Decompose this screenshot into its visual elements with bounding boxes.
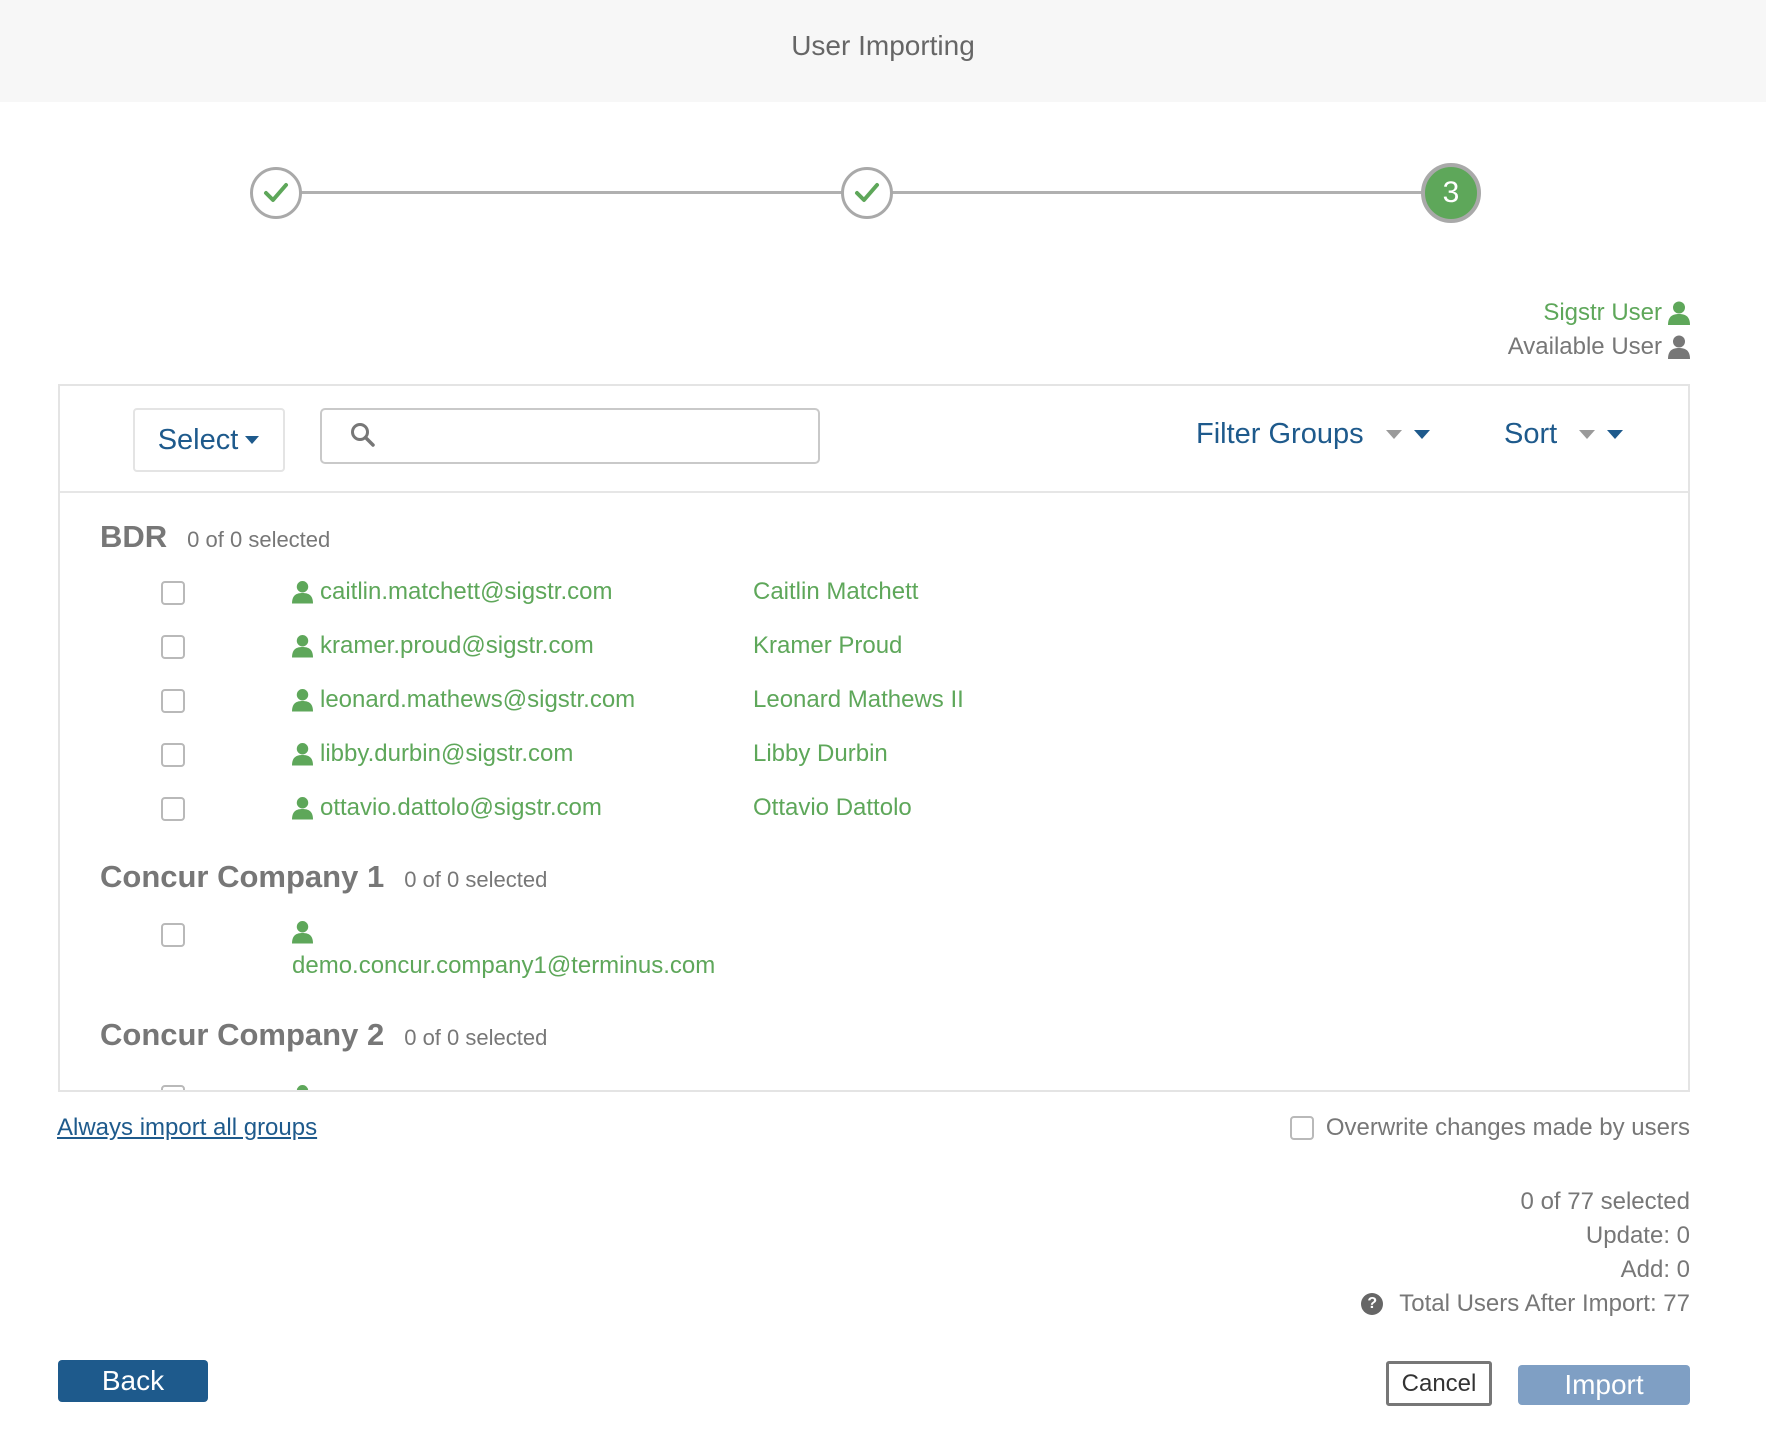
user-checkbox[interactable] (161, 797, 185, 821)
user-name: Caitlin Matchett (753, 578, 919, 605)
user-row[interactable]: kramer.proud@sigstr.com Kramer Proud (60, 632, 1688, 678)
step-2-complete (841, 167, 893, 219)
user-icon (292, 689, 313, 712)
user-name: Leonard Mathews II (753, 686, 964, 713)
check-icon (855, 183, 879, 202)
import-button[interactable]: Import (1518, 1365, 1690, 1405)
selected-summary: 0 of 77 selected (1520, 1188, 1690, 1215)
group-selected-count: 0 of 0 selected (187, 527, 331, 552)
user-row[interactable]: libby.durbin@sigstr.com Libby Durbin (60, 740, 1688, 786)
total-users-row: ? Total Users After Import: 77 (1361, 1287, 1690, 1321)
caret-down-icon (1385, 430, 1402, 439)
user-email: ottavio.dattolo@sigstr.com (320, 794, 602, 821)
user-name: Ottavio Dattolo (753, 794, 912, 821)
step-connector-1 (301, 191, 843, 194)
user-checkbox[interactable] (161, 1085, 185, 1090)
user-icon (1668, 301, 1690, 325)
legend-sigstr-label: Sigstr User (1543, 299, 1662, 326)
back-button[interactable]: Back (58, 1360, 208, 1402)
import-summary: 0 of 77 selected Update: 0 Add: 0 ? Tota… (1361, 1185, 1690, 1321)
legend-available-user: Available User (1508, 330, 1690, 364)
sort-label: Sort (1504, 418, 1558, 450)
group-name: BDR (100, 519, 168, 554)
overwrite-label: Overwrite changes made by users (1325, 1114, 1690, 1141)
search-input[interactable] (392, 418, 802, 456)
user-row[interactable]: demo.concur.company1@terminus.com (60, 918, 1688, 988)
user-checkbox[interactable] (161, 635, 185, 659)
user-row[interactable]: caitlin.matchett@sigstr.com Caitlin Matc… (60, 578, 1688, 624)
caret-down-icon (1413, 430, 1430, 439)
caret-down-icon (245, 436, 260, 444)
user-icon (292, 743, 313, 766)
user-icon (292, 797, 313, 820)
group-selected-count: 0 of 0 selected (404, 867, 548, 892)
user-email: demo.concur.company1@terminus.com (292, 952, 716, 979)
group-name: Concur Company 1 (100, 859, 385, 894)
user-email: kramer.proud@sigstr.com (320, 632, 594, 659)
legend-sigstr-user: Sigstr User (1508, 296, 1690, 330)
user-row[interactable]: ottavio.dattolo@sigstr.com Ottavio Datto… (60, 794, 1688, 840)
user-email: caitlin.matchett@sigstr.com (320, 578, 613, 605)
check-icon (264, 183, 288, 202)
user-icon (1668, 335, 1690, 359)
always-import-all-groups-link[interactable]: Always import all groups (57, 1114, 317, 1142)
search-field[interactable] (320, 408, 820, 464)
user-row[interactable]: leonard.mathews@sigstr.com Leonard Mathe… (60, 686, 1688, 732)
user-checkbox[interactable] (161, 743, 185, 767)
legend-available-label: Available User (1507, 333, 1662, 360)
overwrite-changes-option[interactable]: Overwrite changes made by users (1289, 1114, 1690, 1142)
user-legend: Sigstr User Available User (1508, 296, 1690, 364)
user-icon (292, 581, 313, 604)
group-header-bdr: BDR 0 of 0 selected (100, 519, 330, 555)
user-icon (292, 635, 313, 658)
add-count: Add: 0 (1620, 1256, 1690, 1283)
step-1-complete (250, 167, 302, 219)
user-checkbox[interactable] (161, 689, 185, 713)
group-header-concur-company-2: Concur Company 2 0 of 0 selected (100, 1017, 547, 1053)
total-users-after-import: Total Users After Import: 77 (1399, 1290, 1690, 1317)
user-email: leonard.mathews@sigstr.com (320, 686, 636, 713)
user-icon (292, 921, 313, 944)
list-toolbar: Select Filter Groups Sort (60, 386, 1688, 493)
user-checkbox[interactable] (161, 923, 185, 947)
group-selected-count: 0 of 0 selected (404, 1025, 548, 1050)
progress-stepper: 3 (0, 0, 1766, 260)
group-header-concur-company-1: Concur Company 1 0 of 0 selected (100, 859, 547, 895)
search-icon (351, 423, 375, 447)
step-connector-2 (892, 191, 1426, 194)
select-label: Select (157, 423, 239, 456)
user-email: libby.durbin@sigstr.com (320, 740, 574, 767)
caret-down-icon (1579, 430, 1596, 439)
update-count: Update: 0 (1585, 1222, 1690, 1249)
overwrite-checkbox[interactable] (1289, 1116, 1314, 1140)
cancel-button[interactable]: Cancel (1386, 1361, 1492, 1406)
sort-dropdown[interactable]: Sort (1504, 418, 1624, 451)
filter-groups-label: Filter Groups (1196, 418, 1364, 450)
user-name: Kramer Proud (753, 632, 903, 659)
user-name: Libby Durbin (753, 740, 888, 767)
select-dropdown-button[interactable]: Select (133, 408, 285, 472)
help-icon[interactable]: ? (1361, 1293, 1384, 1315)
caret-down-icon (1607, 430, 1624, 439)
filter-groups-dropdown[interactable]: Filter Groups (1196, 418, 1430, 451)
user-checkbox[interactable] (161, 581, 185, 605)
group-name: Concur Company 2 (100, 1017, 385, 1052)
step-3-current: 3 (1421, 163, 1481, 223)
group-list[interactable]: BDR 0 of 0 selected caitlin.matchett@sig… (60, 495, 1688, 1090)
user-row-partial[interactable] (60, 1085, 1688, 1090)
user-list-panel: Select Filter Groups Sort BDR 0 of 0 sel… (58, 384, 1690, 1092)
user-icon (296, 1085, 309, 1090)
